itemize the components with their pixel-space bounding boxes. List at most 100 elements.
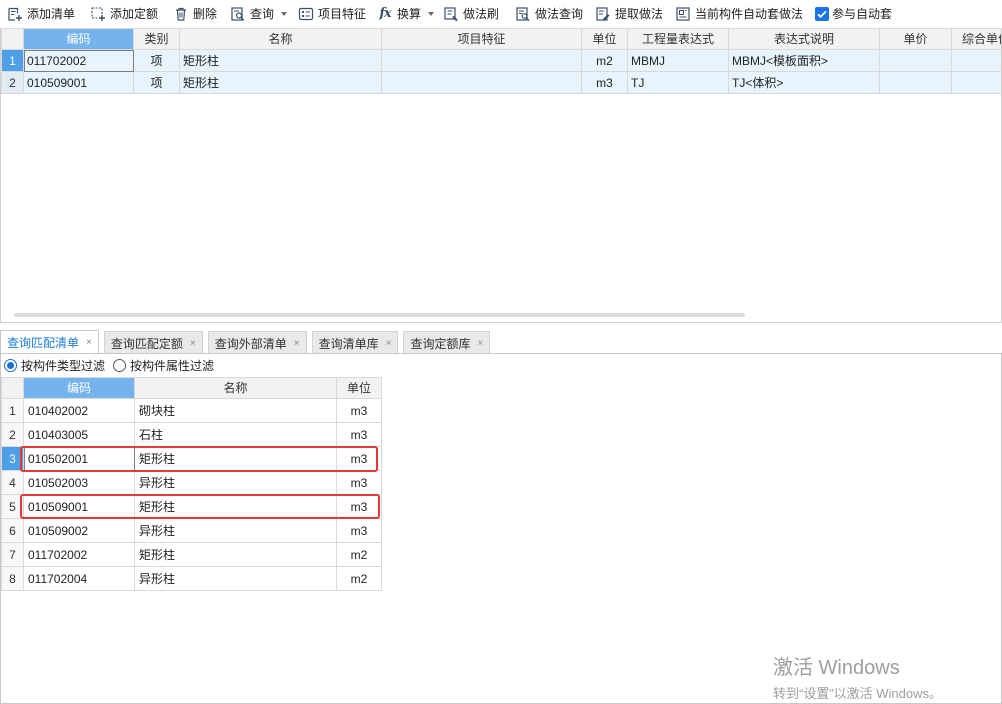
name-cell[interactable]: 异形柱	[134, 566, 337, 591]
code-cell[interactable]: 010402002	[23, 398, 135, 423]
expression-cell[interactable]: MBMJ	[627, 49, 729, 72]
column-header-total-price[interactable]: 综合单价	[951, 28, 1001, 50]
close-icon[interactable]: ×	[86, 337, 92, 348]
price-cell[interactable]	[879, 49, 952, 72]
category-cell[interactable]: 项	[133, 71, 180, 94]
table-row[interactable]: 2 010509001 项 矩形柱 m3 TJ TJ<体积>	[1, 71, 1001, 94]
unit-cell[interactable]: m2	[581, 49, 628, 72]
table-row[interactable]: 1 011702002 项 矩形柱 m2 MBMJ MBMJ<模板面积>	[1, 49, 1001, 72]
table-row[interactable]: 3 010502001 矩形柱 m3	[1, 446, 382, 471]
name-cell[interactable]: 矩形柱	[134, 446, 337, 471]
expression-desc-cell[interactable]: MBMJ<模板面积>	[728, 49, 880, 72]
feature-cell[interactable]	[381, 71, 582, 94]
filter-by-component-type-radio[interactable]: 按构件类型过滤	[4, 357, 105, 374]
item-feature-button[interactable]: 项目特征	[298, 5, 366, 23]
name-cell[interactable]: 矩形柱	[179, 71, 382, 94]
name-cell[interactable]: 矩形柱	[179, 49, 382, 72]
name-cell[interactable]: 砌块柱	[134, 398, 337, 423]
row-number[interactable]: 3	[1, 446, 24, 471]
unit-cell[interactable]: m2	[336, 542, 382, 567]
code-cell[interactable]: 010509001	[23, 494, 135, 519]
column-header-name[interactable]: 名称	[134, 377, 337, 399]
category-cell[interactable]: 项	[133, 49, 180, 72]
close-icon[interactable]: ×	[477, 338, 483, 349]
total-price-cell[interactable]	[951, 71, 1001, 94]
unit-cell[interactable]: m3	[336, 422, 382, 447]
tab-query-external-bills[interactable]: 查询外部清单 ×	[207, 331, 307, 354]
add-list-button[interactable]: 添加清单	[7, 5, 75, 23]
name-cell[interactable]: 矩形柱	[134, 542, 337, 567]
row-number[interactable]: 2	[1, 422, 24, 447]
row-number[interactable]: 6	[1, 518, 24, 543]
checkbox-checked-icon[interactable]	[815, 7, 829, 21]
tab-query-matched-bills[interactable]: 查询匹配清单 ×	[0, 330, 99, 354]
method-brush-button[interactable]: 做法刷	[443, 5, 499, 23]
column-header-price[interactable]: 单价	[879, 28, 952, 50]
name-cell[interactable]: 异形柱	[134, 518, 337, 543]
auto-apply-checkbox[interactable]: 参与自动套	[815, 5, 892, 23]
conversion-dropdown-caret-icon[interactable]	[428, 12, 435, 16]
name-cell[interactable]: 矩形柱	[134, 494, 337, 519]
extract-method-button[interactable]: 提取做法	[595, 5, 663, 23]
unit-cell[interactable]: m2	[336, 566, 382, 591]
column-header-unit[interactable]: 单位	[581, 28, 628, 50]
radio-selected-icon[interactable]	[4, 358, 17, 372]
row-number[interactable]: 1	[1, 49, 24, 72]
code-cell[interactable]: 010509001	[23, 71, 134, 94]
table-row[interactable]: 1 010402002 砌块柱 m3	[1, 398, 382, 423]
code-cell[interactable]: 010502003	[23, 470, 135, 495]
column-header-name[interactable]: 名称	[179, 28, 382, 50]
total-price-cell[interactable]	[951, 49, 1001, 72]
table-row[interactable]: 6 010509002 异形柱 m3	[1, 518, 382, 543]
row-number[interactable]: 4	[1, 470, 24, 495]
code-cell[interactable]: 011702002	[23, 542, 135, 567]
unit-cell[interactable]: m3	[336, 494, 382, 519]
table-row[interactable]: 7 011702002 矩形柱 m2	[1, 542, 382, 567]
code-cell[interactable]: 010502001	[23, 446, 135, 471]
radio-unselected-icon[interactable]	[113, 358, 127, 372]
code-cell[interactable]: 011702004	[23, 566, 135, 591]
close-icon[interactable]: ×	[386, 338, 392, 349]
code-cell[interactable]: 011702002	[23, 49, 134, 72]
column-header-feature[interactable]: 项目特征	[381, 28, 582, 50]
tab-query-quota-library[interactable]: 查询定额库 ×	[403, 331, 491, 354]
code-cell[interactable]: 010509002	[23, 518, 135, 543]
close-icon[interactable]: ×	[190, 338, 196, 349]
table-row[interactable]: 4 010502003 异形柱 m3	[1, 470, 382, 495]
column-header-expression-desc[interactable]: 表达式说明	[728, 28, 880, 50]
row-number[interactable]: 7	[1, 542, 24, 567]
code-cell[interactable]: 010403005	[23, 422, 135, 447]
unit-cell[interactable]: m3	[336, 470, 382, 495]
delete-button[interactable]: 删除	[173, 5, 217, 23]
query-dropdown-caret-icon[interactable]	[281, 12, 288, 16]
column-header-code[interactable]: 编码	[23, 377, 135, 399]
name-cell[interactable]: 异形柱	[134, 470, 337, 495]
conversion-button[interactable]: fx 换算	[377, 5, 435, 23]
table-row[interactable]: 5 010509001 矩形柱 m3	[1, 494, 382, 519]
row-number[interactable]: 5	[1, 494, 24, 519]
query-button[interactable]: 查询	[230, 5, 288, 23]
unit-cell[interactable]: m3	[336, 446, 382, 471]
table-row[interactable]: 8 011702004 异形柱 m2	[1, 566, 382, 591]
add-quota-button[interactable]: 添加定额	[90, 5, 158, 23]
row-number[interactable]: 8	[1, 566, 24, 591]
column-header-unit[interactable]: 单位	[336, 377, 382, 399]
tab-query-matched-quotas[interactable]: 查询匹配定额 ×	[103, 331, 203, 354]
name-cell[interactable]: 石柱	[134, 422, 337, 447]
unit-cell[interactable]: m3	[581, 71, 628, 94]
auto-apply-method-button[interactable]: 当前构件自动套做法	[675, 5, 803, 23]
column-header-expression[interactable]: 工程量表达式	[627, 28, 729, 50]
unit-cell[interactable]: m3	[336, 518, 382, 543]
unit-cell[interactable]: m3	[336, 398, 382, 423]
price-cell[interactable]	[879, 71, 952, 94]
row-number[interactable]: 1	[1, 398, 24, 423]
row-number[interactable]: 2	[1, 71, 24, 94]
close-icon[interactable]: ×	[294, 338, 300, 349]
horizontal-scrollbar[interactable]	[14, 313, 745, 317]
method-query-button[interactable]: 做法查询	[515, 5, 583, 23]
expression-desc-cell[interactable]: TJ<体积>	[728, 71, 880, 94]
column-header-category[interactable]: 类别	[133, 28, 180, 50]
filter-by-component-attribute-radio[interactable]: 按构件属性过滤	[113, 357, 214, 374]
feature-cell[interactable]	[381, 49, 582, 72]
table-row[interactable]: 2 010403005 石柱 m3	[1, 422, 382, 447]
